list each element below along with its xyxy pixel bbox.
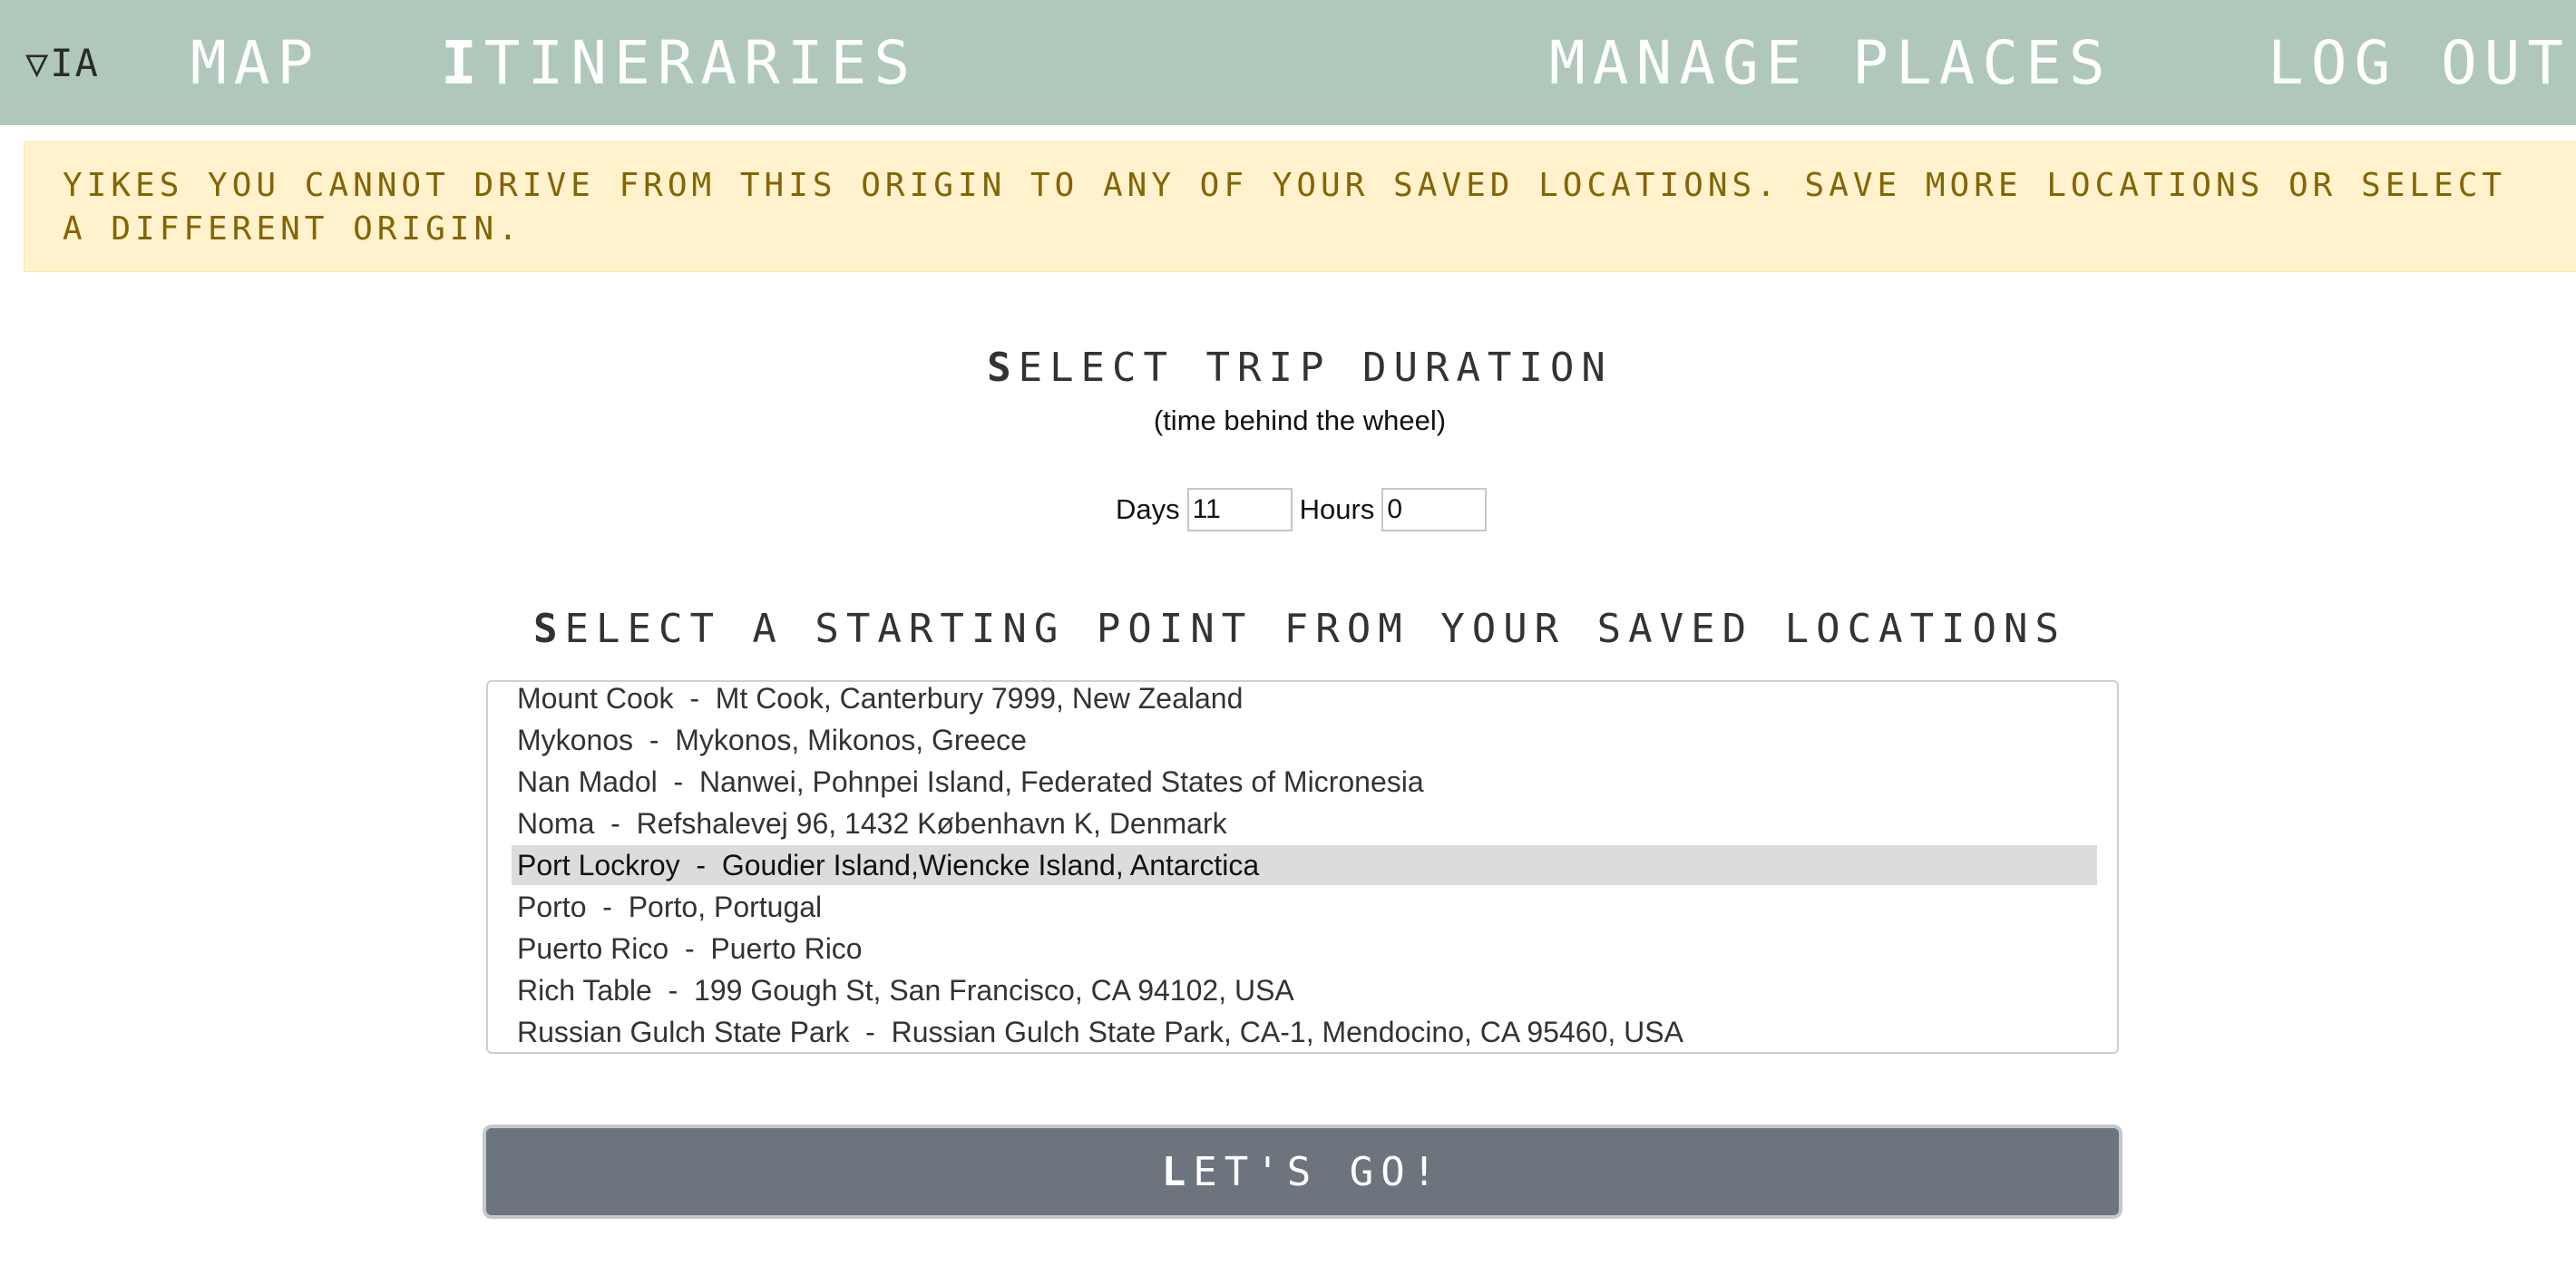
- days-input[interactable]: [1186, 488, 1293, 531]
- location-option[interactable]: Puerto Rico - Puerto Rico: [512, 929, 2097, 969]
- navbar: ▽IA MAP ITINERARIES MANAGE PLACES LOG OU…: [0, 0, 2576, 125]
- nav-log-out-link[interactable]: LOG OUT: [2268, 27, 2571, 100]
- trip-duration-title: SELECT TRIP DURATION: [987, 345, 1613, 391]
- trip-duration-subtitle: (time behind the wheel): [1153, 404, 1447, 436]
- nav-itineraries-link[interactable]: ITINERARIES: [441, 27, 917, 100]
- location-option[interactable]: Mount Cook - Mt Cook, Canterbury 7999, N…: [512, 682, 2097, 718]
- hours-input[interactable]: [1381, 488, 1488, 531]
- starting-point-list[interactable]: Mount Cook - Mt Cook, Canterbury 7999, N…: [486, 680, 2119, 1054]
- location-option[interactable]: Russian Gulch State Park - Russian Gulch…: [512, 1012, 2097, 1052]
- lets-go-button[interactable]: L ET'S GO!: [483, 1125, 2122, 1219]
- hours-label: Hours: [1299, 493, 1375, 525]
- location-option[interactable]: Nan Madol - Nanwei, Pohnpei Island, Fede…: [512, 762, 2097, 802]
- location-option[interactable]: Rich Table - 199 Gough St, San Francisco…: [512, 970, 2097, 1010]
- warning-alert: YIKES YOU CANNOT DRIVE FROM THIS ORIGIN …: [24, 141, 2576, 272]
- starting-point-title: SELECT A STARTING POINT FROM YOUR SAVED …: [532, 606, 2067, 652]
- days-label: Days: [1116, 493, 1180, 525]
- location-option[interactable]: Porto - Porto, Portugal: [512, 887, 2097, 927]
- duration-inputs: Days Hours: [1116, 486, 1494, 533]
- location-option[interactable]: Mykonos - Mykonos, Mikonos, Greece: [512, 720, 2097, 760]
- nav-map-link[interactable]: MAP: [190, 27, 320, 100]
- location-option[interactable]: Noma - Refshalevej 96, 1432 København K,…: [512, 803, 2097, 843]
- brand-logo[interactable]: ▽IA: [25, 40, 100, 87]
- nav-manage-places-link[interactable]: MANAGE PLACES: [1549, 27, 2113, 100]
- location-option[interactable]: Port Lockroy - Goudier Island,Wiencke Is…: [512, 845, 2097, 885]
